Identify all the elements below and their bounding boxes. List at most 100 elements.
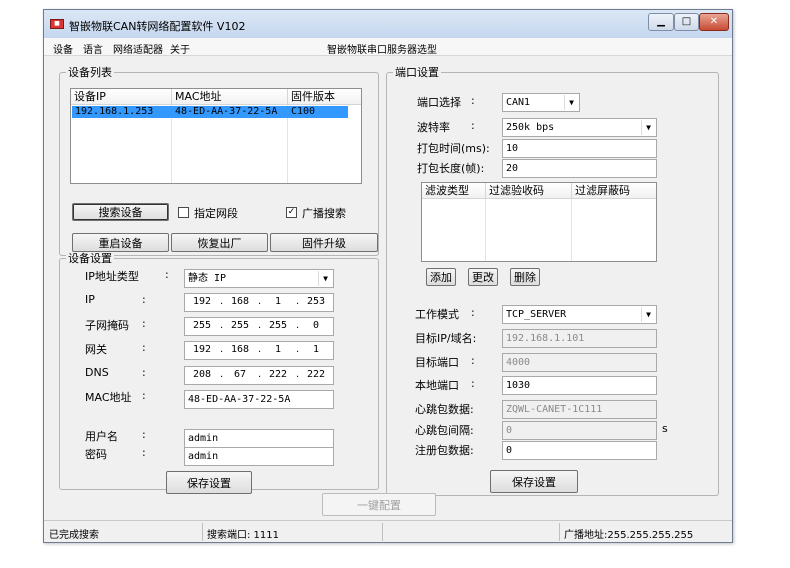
factory-reset-button[interactable]: 恢复出厂 <box>171 233 268 252</box>
status-search-port: 搜索端口: 1111 <box>207 530 279 541</box>
specify-segment-checkbox[interactable] <box>178 207 189 218</box>
local-port-input[interactable]: 1030 <box>502 376 657 395</box>
password-input[interactable]: admin <box>184 447 334 466</box>
target-ip-input[interactable]: 192.168.1.101 <box>502 329 657 348</box>
heartbeat-data-label: 心跳包数据: <box>415 403 474 416</box>
baud-rate-select[interactable]: 250k bps ▼ <box>502 118 657 137</box>
minimize-icon: ▁ <box>657 16 665 27</box>
dns-octet-3: 222 <box>268 369 288 380</box>
ip-type-select[interactable]: 静态 IP ▼ <box>184 269 334 288</box>
work-mode-select[interactable]: TCP_SERVER ▼ <box>502 305 657 324</box>
mac-address-input[interactable]: 48-ED-AA-37-22-5A <box>184 390 334 409</box>
dns-label: DNS <box>85 366 109 379</box>
ip-type-label: IP地址类型 <box>85 270 139 283</box>
menu-device[interactable]: 设备 <box>53 41 73 56</box>
device-table[interactable]: 设备IP MAC地址 固件版本 192.168.1.253 48-ED-AA-3… <box>70 88 362 184</box>
column-mask-code[interactable]: 过滤屏蔽码 <box>572 183 656 199</box>
heartbeat-interval-label: 心跳包间隔: <box>415 424 474 437</box>
ip-label: IP <box>85 293 95 306</box>
device-settings-group: 设备设置 IP地址类型 : 静态 IP ▼ IP : 192 . 168 . 1… <box>59 252 379 494</box>
title-bar: ■ 智嵌物联CAN转网络配置软件 V102 ▁ □ ✕ <box>44 10 732 38</box>
port-select-value: CAN1 <box>506 97 531 108</box>
firmware-upgrade-button[interactable]: 固件升级 <box>270 233 378 252</box>
port-select-label: 端口选择 <box>417 96 461 109</box>
ip-octet-2: 168 <box>230 296 250 307</box>
work-mode-value: TCP_SERVER <box>506 309 567 320</box>
add-filter-button[interactable]: 添加 <box>426 268 456 286</box>
chevron-down-icon[interactable]: ▼ <box>318 271 332 286</box>
pack-time-label: 打包时间(ms): <box>417 142 490 155</box>
dns-input[interactable]: 208 . 67 . 222 . 222 <box>184 366 334 385</box>
maximize-button[interactable]: □ <box>674 13 699 31</box>
status-broadcast-address: 广播地址:255.255.255.255 <box>564 530 694 541</box>
pack-time-input[interactable]: 10 <box>502 139 657 158</box>
column-filter-type[interactable]: 滤波类型 <box>422 183 486 199</box>
column-mac[interactable]: MAC地址 <box>172 89 288 105</box>
ip-octet-3: 1 <box>274 296 282 307</box>
edit-filter-button[interactable]: 更改 <box>468 268 498 286</box>
one-key-config-button[interactable]: 一键配置 <box>322 493 436 516</box>
model-selection-link[interactable]: 智嵌物联串口服务器选型 <box>327 41 437 56</box>
column-firmware[interactable]: 固件版本 <box>288 89 361 105</box>
menu-network-adapter[interactable]: 网络适配器 <box>113 41 163 56</box>
subnet-mask-input[interactable]: 255 . 255 . 255 . 0 <box>184 317 334 336</box>
dns-octet-4: 222 <box>306 369 326 380</box>
gateway-octet-1: 192 <box>192 344 212 355</box>
minimize-button[interactable]: ▁ <box>648 13 674 31</box>
menu-about[interactable]: 关于 <box>170 41 190 56</box>
ip-octet-4: 253 <box>306 296 326 307</box>
gateway-label: 网关 <box>85 343 107 356</box>
cell-firmware: C100 <box>291 106 316 117</box>
target-port-input[interactable]: 4000 <box>502 353 657 372</box>
broadcast-search-label: 广播搜索 <box>302 207 346 220</box>
password-label: 密码 <box>85 448 107 461</box>
register-data-label: 注册包数据: <box>415 444 474 457</box>
heartbeat-data-input[interactable]: ZQWL-CANET-1C111 <box>502 400 657 419</box>
column-device-ip[interactable]: 设备IP <box>71 89 172 105</box>
column-divider <box>571 199 572 261</box>
target-port-label: 目标端口 <box>415 356 459 369</box>
close-button[interactable]: ✕ <box>699 13 729 31</box>
search-device-button[interactable]: 搜索设备 <box>72 203 169 221</box>
port-select[interactable]: CAN1 ▼ <box>502 93 580 112</box>
baud-rate-label: 波特率 <box>417 121 450 134</box>
work-mode-label: 工作模式 <box>415 308 459 321</box>
cell-mac: 48-ED-AA-37-22-5A <box>175 106 278 117</box>
username-label: 用户名 <box>85 430 118 443</box>
device-list-group: 设备列表 设备IP MAC地址 固件版本 192.168.1.253 48-ED… <box>59 66 379 256</box>
chevron-down-icon[interactable]: ▼ <box>564 95 578 110</box>
close-icon: ✕ <box>709 16 719 27</box>
local-port-label: 本地端口 <box>415 379 459 392</box>
main-window: ■ 智嵌物联CAN转网络配置软件 V102 ▁ □ ✕ 设备 语言 网络适配器 … <box>43 9 733 543</box>
filter-table[interactable]: 滤波类型 过滤验收码 过滤屏蔽码 <box>421 182 657 262</box>
gateway-octet-4: 1 <box>312 344 320 355</box>
target-ip-label: 目标IP/域名: <box>415 332 477 345</box>
baud-rate-value: 250k bps <box>506 122 555 133</box>
column-accept-code[interactable]: 过滤验收码 <box>486 183 572 199</box>
heartbeat-interval-input[interactable]: 0 <box>502 421 657 440</box>
username-input[interactable]: admin <box>184 429 334 448</box>
gateway-input[interactable]: 192 . 168 . 1 . 1 <box>184 341 334 360</box>
device-settings-title: 设备设置 <box>66 252 114 265</box>
menu-bar: 设备 语言 网络适配器 关于 智嵌物联串口服务器选型 <box>44 38 732 56</box>
save-port-settings-button[interactable]: 保存设置 <box>490 470 578 493</box>
gateway-octet-3: 1 <box>274 344 282 355</box>
dns-octet-1: 208 <box>192 369 212 380</box>
heartbeat-unit: s <box>662 422 668 435</box>
cell-ip: 192.168.1.253 <box>75 106 154 117</box>
mask-octet-3: 255 <box>268 320 288 331</box>
broadcast-search-checkbox[interactable]: ✓ <box>286 207 297 218</box>
check-icon: ✓ <box>287 207 296 217</box>
register-data-input[interactable]: 0 <box>502 441 657 460</box>
ip-address-input[interactable]: 192 . 168 . 1 . 253 <box>184 293 334 312</box>
device-list-title: 设备列表 <box>66 66 114 79</box>
delete-filter-button[interactable]: 删除 <box>510 268 540 286</box>
pack-length-input[interactable]: 20 <box>502 159 657 178</box>
reboot-device-button[interactable]: 重启设备 <box>72 233 169 252</box>
save-device-settings-button[interactable]: 保存设置 <box>166 471 252 494</box>
menu-language[interactable]: 语言 <box>83 41 103 56</box>
app-icon: ■ <box>50 19 64 29</box>
gateway-octet-2: 168 <box>230 344 250 355</box>
chevron-down-icon[interactable]: ▼ <box>641 307 655 322</box>
chevron-down-icon[interactable]: ▼ <box>641 120 655 135</box>
